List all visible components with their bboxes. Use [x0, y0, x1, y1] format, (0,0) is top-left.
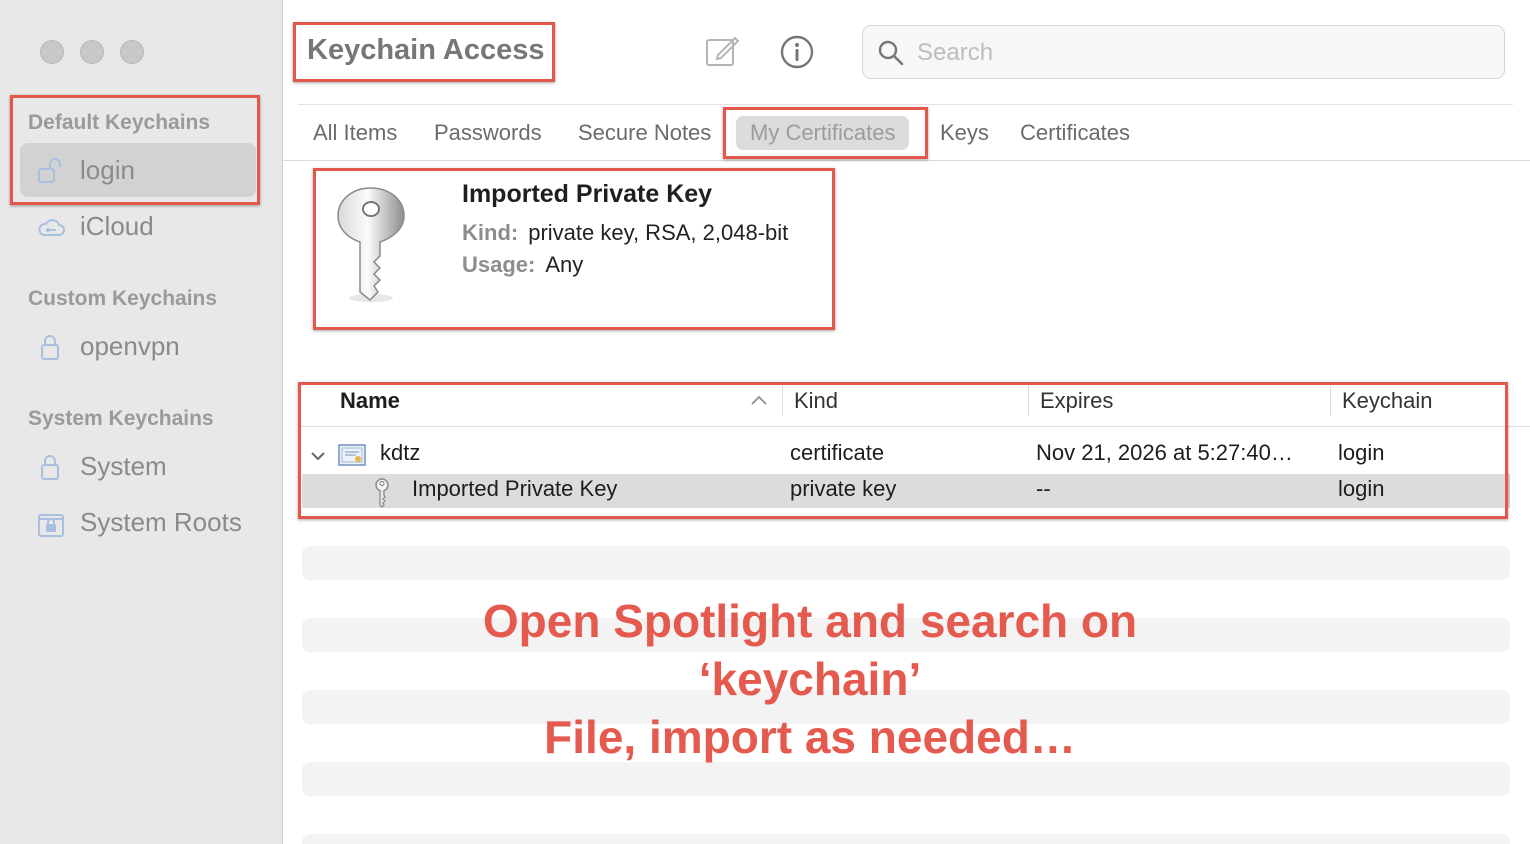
minimize-window-button[interactable]: [80, 40, 104, 64]
padlock-icon: [41, 335, 59, 360]
toolbar-divider: [298, 104, 1513, 105]
tab-certificates[interactable]: Certificates: [1020, 116, 1130, 150]
tab-passwords[interactable]: Passwords: [434, 116, 542, 150]
annotation-line-1: Open Spotlight and search on: [482, 595, 1138, 647]
padlock-icon: [41, 455, 59, 480]
sidebar-item-system[interactable]: System: [20, 439, 256, 493]
cloud-icon: [38, 219, 65, 236]
search-icon: [878, 40, 904, 66]
zoom-window-button[interactable]: [120, 40, 144, 64]
annotation-box-detail: [313, 168, 835, 330]
empty-row-stripe: [302, 834, 1510, 844]
annotation-box-my-certificates: [723, 107, 928, 159]
keychain-access-window: Default Keychains login iCloud Custom Ke…: [0, 0, 1530, 844]
sidebar-item-label: iCloud: [80, 211, 154, 241]
empty-row-stripe: [302, 762, 1510, 796]
compose-icon[interactable]: [704, 34, 740, 68]
sidebar-item-icloud[interactable]: iCloud: [20, 199, 256, 253]
tabs-divider: [283, 160, 1530, 161]
sidebar-item-label: System Roots: [80, 507, 242, 537]
close-window-button[interactable]: [40, 40, 64, 64]
sidebar-item-openvpn[interactable]: openvpn: [20, 319, 256, 373]
annotation-box-table: [298, 382, 1508, 519]
section-header-system-keychains: System Keychains: [28, 407, 214, 430]
annotation-box-title: [293, 22, 555, 82]
tab-secure-notes[interactable]: Secure Notes: [578, 116, 711, 150]
annotation-box-login: [10, 95, 260, 205]
search-input[interactable]: [915, 34, 1479, 72]
sidebar-item-label: openvpn: [80, 331, 180, 361]
annotation-line-3: File, import as needed…: [544, 711, 1076, 763]
sidebar-item-system-roots[interactable]: System Roots: [20, 495, 256, 549]
tab-all-items[interactable]: All Items: [313, 116, 397, 150]
annotation-instructions: Open Spotlight and search on ‘keychain’ …: [420, 592, 1200, 766]
tab-keys[interactable]: Keys: [940, 116, 989, 150]
sidebar-item-label: System: [80, 451, 167, 481]
annotation-line-2: ‘keychain’: [698, 653, 922, 705]
empty-row-stripe: [302, 546, 1510, 580]
section-header-custom-keychains: Custom Keychains: [28, 287, 218, 310]
locked-cabinet-icon: [38, 514, 64, 537]
search-field[interactable]: [862, 25, 1505, 79]
info-icon[interactable]: [779, 34, 815, 70]
